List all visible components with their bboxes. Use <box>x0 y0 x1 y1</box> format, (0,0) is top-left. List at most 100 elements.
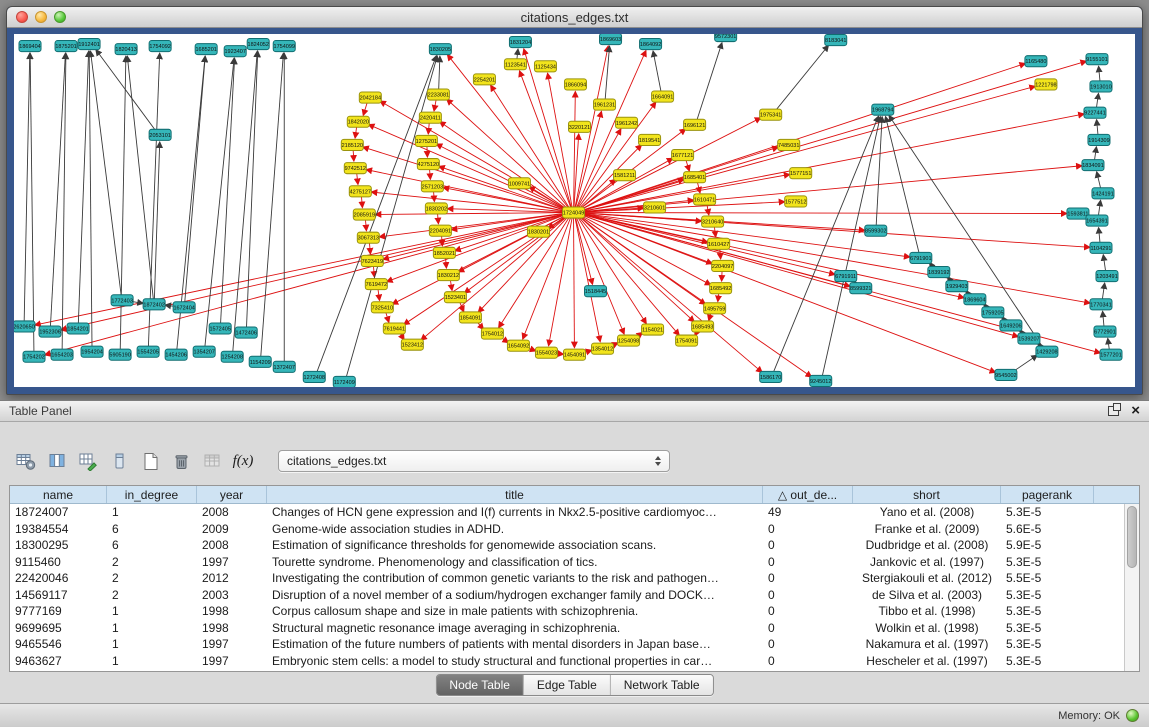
graph-node[interactable]: 1824052 <box>247 39 269 50</box>
close-panel-icon[interactable]: × <box>1131 404 1140 418</box>
graph-edge[interactable] <box>233 51 258 353</box>
graph-edge[interactable] <box>261 53 284 358</box>
graph-node[interactable]: 1577201 <box>1100 349 1122 360</box>
graph-node[interactable]: 9245012 <box>810 375 832 386</box>
graph-node[interactable]: 1875201 <box>55 41 77 52</box>
graph-node[interactable]: 1354207 <box>193 346 215 357</box>
graph-edge[interactable] <box>579 114 1084 212</box>
delete-button[interactable] <box>169 450 193 473</box>
graph-node[interactable]: 1586170 <box>760 371 782 382</box>
graph-node[interactable]: 1354012 <box>592 343 614 354</box>
graph-node[interactable]: 1854091 <box>459 312 481 323</box>
graph-node[interactable]: 3067313 <box>357 232 379 243</box>
graph-node[interactable]: 8599302 <box>865 225 887 236</box>
graph-node[interactable]: 1754092 <box>149 41 171 52</box>
graph-edge[interactable] <box>1103 311 1105 327</box>
graph-edge[interactable] <box>529 187 568 211</box>
graph-edge[interactable] <box>61 213 568 330</box>
graph-edge[interactable] <box>1097 120 1099 136</box>
graph-node[interactable]: 9742512 <box>344 163 366 174</box>
graph-edge[interactable] <box>185 56 206 303</box>
graph-node[interactable]: 1754099 <box>273 41 295 52</box>
graph-node[interactable]: 1123541 <box>504 59 526 70</box>
graph-node[interactable]: 1866094 <box>564 79 586 90</box>
graph-node[interactable]: 1429208 <box>1036 346 1058 357</box>
graph-node[interactable]: 2085919 <box>353 209 375 220</box>
graph-node[interactable]: 2254201 <box>473 74 495 85</box>
graph-node[interactable]: 6791911 <box>835 271 857 282</box>
graph-edge[interactable] <box>579 86 1035 211</box>
table-row[interactable]: 911546021997Tourette syndrome. Phenomeno… <box>10 554 1139 571</box>
graph-edge[interactable] <box>653 51 661 93</box>
graph-node[interactable]: 2620650 <box>14 321 35 332</box>
graph-node[interactable]: 1577151 <box>790 168 812 179</box>
graph-node[interactable]: 1254098 <box>618 335 640 346</box>
network-window-titlebar[interactable]: citations_edges.txt <box>7 7 1142 28</box>
graph-edge[interactable] <box>1099 228 1101 244</box>
close-button[interactable] <box>16 11 28 23</box>
graph-node[interactable]: 1154209 <box>249 356 271 367</box>
graph-node[interactable]: 6772901 <box>1094 326 1116 337</box>
graph-node[interactable]: 1554023 <box>535 347 557 358</box>
graph-node[interactable]: 1834091 <box>1082 160 1104 171</box>
graph-node[interactable]: 1654391 <box>1086 215 1108 226</box>
graph-node[interactable]: 1696121 <box>684 119 706 130</box>
graph-node[interactable]: 1009741 <box>508 178 530 189</box>
graph-node[interactable]: 1154021 <box>642 324 664 335</box>
graph-edge[interactable] <box>889 115 1044 348</box>
graph-edge[interactable] <box>368 124 567 210</box>
add-column-button[interactable] <box>76 450 100 473</box>
table-settings-button[interactable] <box>14 450 38 473</box>
table-row[interactable]: 1830029562008Estimation of significance … <box>10 537 1139 554</box>
graph-node[interactable]: 8183041 <box>825 35 847 46</box>
graph-node[interactable]: 1952306 <box>39 326 61 337</box>
graph-edge[interactable] <box>78 51 88 324</box>
graph-edge[interactable] <box>773 116 878 373</box>
graph-node[interactable]: 1372407 <box>273 361 295 372</box>
graph-node[interactable]: 1165480 <box>1025 56 1047 67</box>
graph-node[interactable]: 3210601 <box>644 202 666 213</box>
tab-node-table[interactable]: Node Table <box>436 675 523 695</box>
graph-node[interactable]: 1914309 <box>1088 134 1110 145</box>
float-window-icon[interactable] <box>1108 406 1119 416</box>
column-header[interactable]: year <box>197 486 267 503</box>
graph-node[interactable]: 1961231 <box>594 99 616 110</box>
column-header[interactable]: △ out_de... <box>763 486 853 503</box>
graph-node[interactable]: 4275120 <box>417 159 439 170</box>
graph-node[interactable]: 1842020 <box>347 116 369 127</box>
graph-node[interactable]: 1754091 <box>676 335 698 346</box>
graph-node[interactable]: 1254208 <box>221 351 243 362</box>
graph-node[interactable]: 1772403 <box>111 295 133 306</box>
graph-edge[interactable] <box>375 213 567 215</box>
graph-node[interactable]: 1831204 <box>509 37 531 48</box>
graph-edge[interactable] <box>775 45 829 111</box>
zoom-button[interactable] <box>54 11 66 23</box>
graph-edge[interactable] <box>605 46 609 101</box>
graph-node[interactable]: 1754012 <box>481 328 503 339</box>
graph-node[interactable]: 1685492 <box>710 283 732 294</box>
graph-node[interactable]: 7619472 <box>365 279 387 290</box>
graph-node[interactable]: 1961242 <box>616 117 638 128</box>
graph-node[interactable]: 1677121 <box>672 149 694 160</box>
column-button[interactable] <box>107 450 131 473</box>
graph-edge[interactable] <box>89 51 92 348</box>
graph-node[interactable]: 1724049 <box>562 207 584 218</box>
graph-node[interactable]: 1685493 <box>692 321 714 332</box>
graph-edge[interactable] <box>579 213 1090 303</box>
table-row[interactable]: 1456911722003Disruption of a novel membe… <box>10 587 1139 604</box>
graph-node[interactable]: 1869404 <box>19 41 41 52</box>
graph-edge[interactable] <box>697 43 722 121</box>
graph-node[interactable]: 1221798 <box>1035 79 1057 90</box>
graph-node[interactable]: 1954204 <box>81 346 103 357</box>
graph-edge[interactable] <box>579 214 995 373</box>
graph-node[interactable]: 5905190 <box>109 349 131 360</box>
table-row[interactable]: 2242004622012Investigating the contribut… <box>10 570 1139 587</box>
tab-network-table[interactable]: Network Table <box>610 675 713 695</box>
graph-edge[interactable] <box>439 56 440 90</box>
graph-node[interactable]: 9572301 <box>715 34 737 42</box>
graph-node[interactable]: 1554205 <box>137 346 159 357</box>
graph-node[interactable]: 1770341 <box>1090 299 1112 310</box>
graph-node[interactable]: 1577512 <box>785 196 807 207</box>
graph-node[interactable]: 1869604 <box>964 294 986 305</box>
table-row[interactable]: 977716911998Corpus callosum shape and si… <box>10 603 1139 620</box>
